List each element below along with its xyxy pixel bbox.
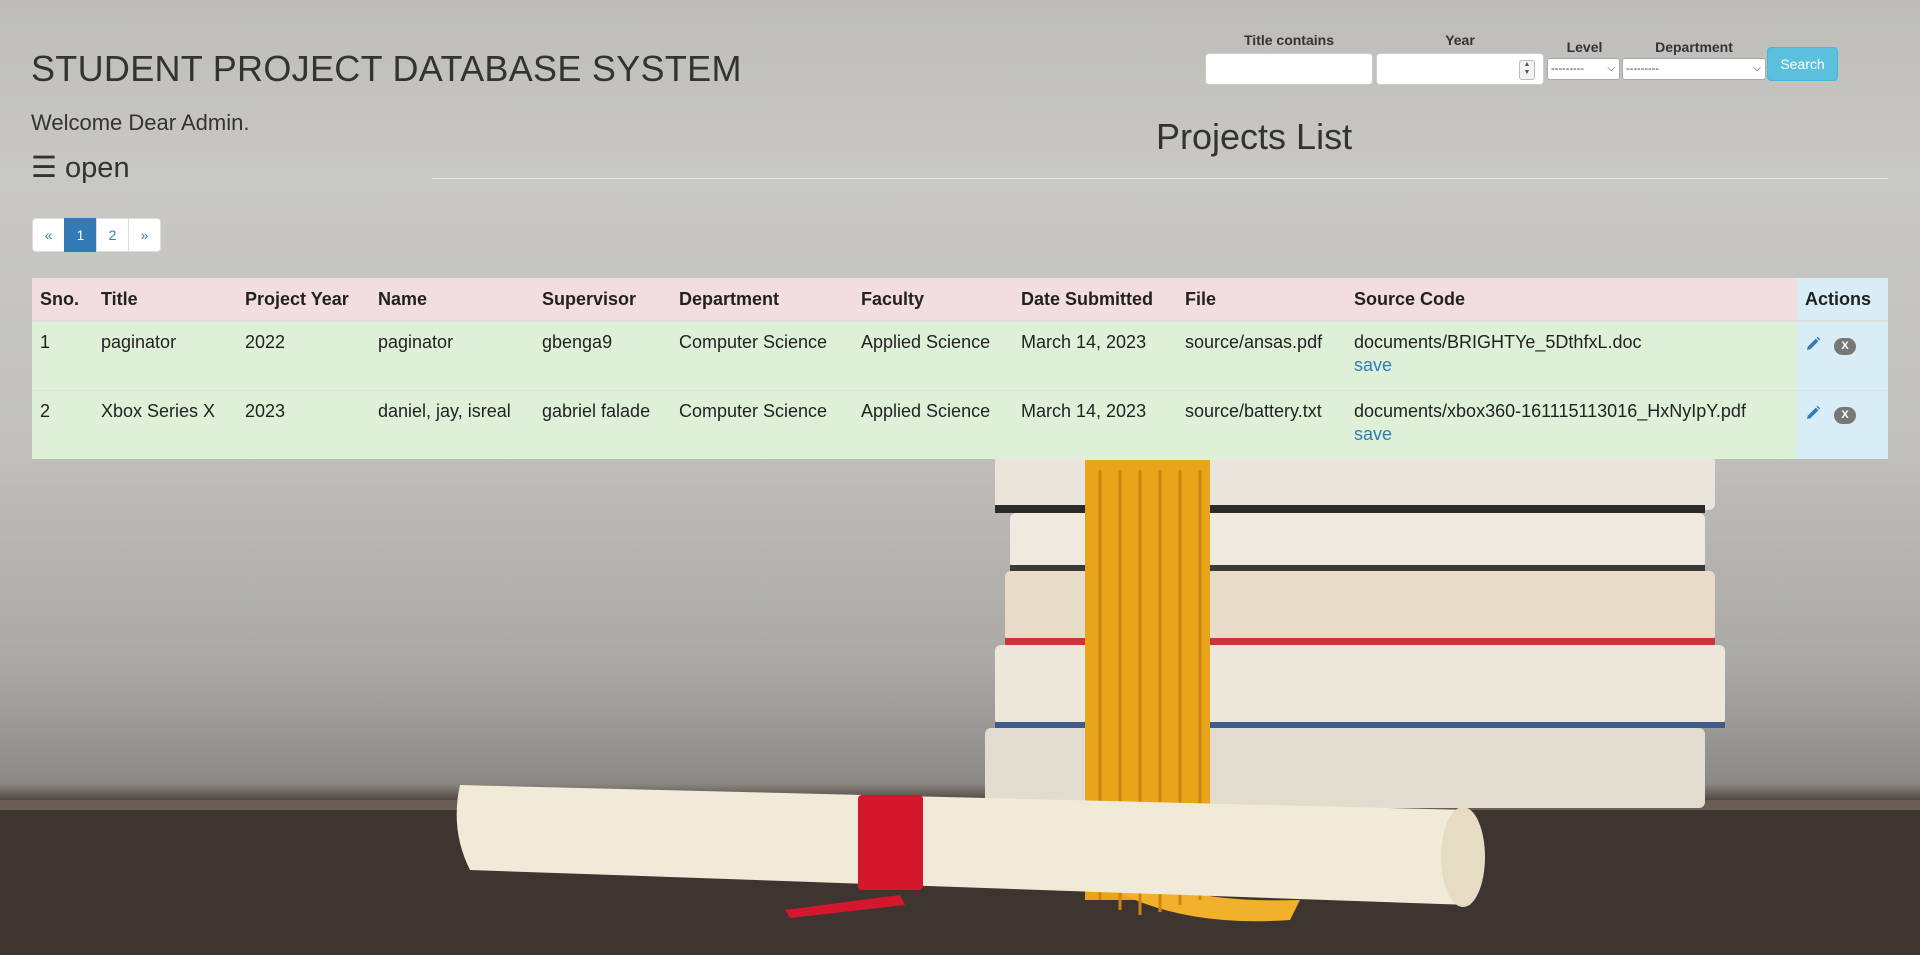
cell-actions: X	[1797, 390, 1888, 459]
pagination-page-1[interactable]: 1	[64, 218, 97, 252]
year-label: Year	[1445, 32, 1475, 48]
column-header-faculty: Faculty	[853, 278, 1013, 322]
department-selected-value: ---------	[1626, 63, 1659, 75]
table-row: 2 Xbox Series X 2023 daniel, jay, isreal…	[32, 390, 1888, 459]
source-code-path: documents/BRIGHTYe_5DthfxL.doc	[1354, 332, 1642, 352]
cell-date-submitted: March 14, 2023	[1013, 390, 1177, 459]
cell-date-submitted: March 14, 2023	[1013, 320, 1177, 391]
pencil-icon[interactable]	[1805, 336, 1821, 357]
delete-badge-icon[interactable]: X	[1834, 407, 1857, 424]
cell-source-code: documents/xbox360-161115113016_HxNyIpY.p…	[1346, 390, 1797, 459]
column-header-sno: Sno.	[32, 278, 93, 322]
cell-faculty: Applied Science	[853, 320, 1013, 391]
cell-supervisor: gbenga9	[534, 320, 671, 391]
save-link[interactable]: save	[1354, 355, 1789, 376]
column-header-file: File	[1177, 278, 1346, 322]
column-header-title: Title	[93, 278, 237, 322]
title-contains-label: Title contains	[1244, 32, 1334, 48]
column-header-department: Department	[671, 278, 853, 322]
table-row: 1 paginator 2022 paginator gbenga9 Compu…	[32, 320, 1888, 391]
pagination: « 1 2 »	[32, 218, 161, 252]
column-header-actions: Actions	[1797, 278, 1888, 322]
cell-sno: 1	[32, 320, 93, 391]
spinner-icon[interactable]: ▲ ▼	[1519, 60, 1535, 80]
cell-source-code: documents/BRIGHTYe_5DthfxL.doc save	[1346, 320, 1797, 391]
cell-supervisor: gabriel falade	[534, 390, 671, 459]
source-code-path: documents/xbox360-161115113016_HxNyIpY.p…	[1354, 401, 1746, 421]
chevron-down-icon: ⌵	[1607, 63, 1615, 74]
heading-divider	[432, 178, 1888, 179]
pagination-prev[interactable]: «	[32, 218, 65, 252]
save-link[interactable]: save	[1354, 424, 1789, 445]
pencil-icon[interactable]	[1805, 405, 1821, 426]
cell-title: Xbox Series X	[93, 390, 237, 459]
cell-name: daniel, jay, isreal	[370, 390, 534, 459]
cell-file: source/battery.txt	[1177, 390, 1346, 459]
pagination-next[interactable]: »	[128, 218, 161, 252]
column-header-name: Name	[370, 278, 534, 322]
table-header-row: Sno. Title Project Year Name Supervisor …	[32, 278, 1888, 322]
title-contains-input[interactable]	[1205, 53, 1373, 85]
page-content: STUDENT PROJECT DATABASE SYSTEM Welcome …	[0, 0, 1920, 955]
chevron-down-icon: ⌵	[1753, 63, 1761, 74]
search-button[interactable]: Search	[1767, 47, 1838, 81]
cell-file: source/ansas.pdf	[1177, 320, 1346, 391]
column-header-source-code: Source Code	[1346, 278, 1797, 322]
column-header-supervisor: Supervisor	[534, 278, 671, 322]
projects-list-heading: Projects List	[1156, 116, 1353, 157]
projects-table: Sno. Title Project Year Name Supervisor …	[32, 278, 1888, 459]
year-input[interactable]: ▲ ▼	[1376, 53, 1544, 85]
welcome-message: Welcome Dear Admin.	[31, 110, 250, 135]
pagination-page-2[interactable]: 2	[96, 218, 129, 252]
column-header-date-submitted: Date Submitted	[1013, 278, 1177, 322]
cell-department: Computer Science	[671, 390, 853, 459]
cell-faculty: Applied Science	[853, 390, 1013, 459]
cell-department: Computer Science	[671, 320, 853, 391]
cell-project-year: 2023	[237, 390, 370, 459]
cell-sno: 2	[32, 390, 93, 459]
department-select[interactable]: --------- ⌵	[1622, 58, 1766, 80]
cell-actions: X	[1797, 320, 1888, 391]
level-label: Level	[1566, 39, 1603, 55]
level-select[interactable]: --------- ⌵	[1547, 58, 1620, 80]
cell-title: paginator	[93, 320, 237, 391]
level-selected-value: ---------	[1551, 63, 1584, 75]
delete-badge-icon[interactable]: X	[1834, 338, 1857, 355]
cell-name: paginator	[370, 320, 534, 391]
site-title: STUDENT PROJECT DATABASE SYSTEM	[31, 48, 742, 89]
department-label: Department	[1655, 39, 1733, 55]
menu-open-toggle[interactable]: ☰ open	[31, 150, 130, 185]
cell-project-year: 2022	[237, 320, 370, 391]
column-header-project-year: Project Year	[237, 278, 370, 322]
